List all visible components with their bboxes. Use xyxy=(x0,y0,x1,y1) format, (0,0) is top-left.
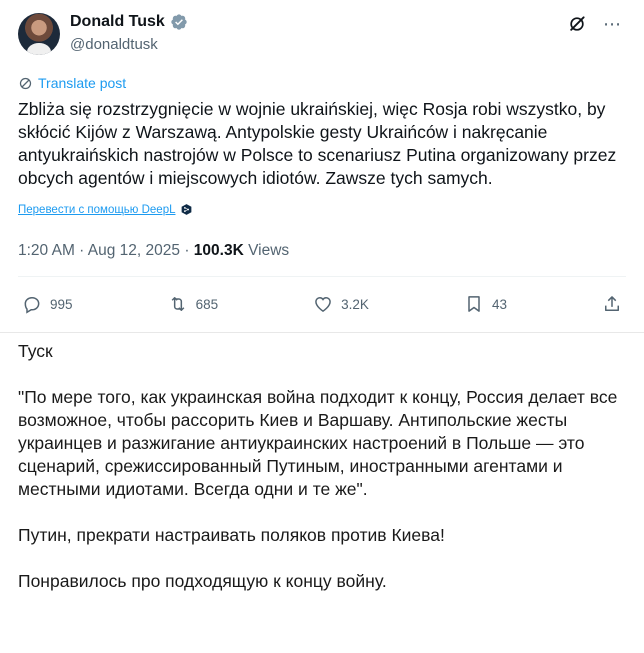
divider xyxy=(18,276,626,277)
post-body: Туск "По мере того, как украинская война… xyxy=(18,340,618,593)
more-icon[interactable]: ⋯ xyxy=(603,14,622,34)
tweet-timestamp[interactable]: 1:20 AM · Aug 12, 2025 · xyxy=(18,242,194,259)
reply-icon xyxy=(24,297,40,314)
tweet-body-text: Zbliża się rozstrzygnięcie w wojnie ukra… xyxy=(18,99,617,188)
post-author-line: Туск xyxy=(18,341,53,361)
views-label: Views xyxy=(243,242,290,259)
deepl-translate-link[interactable]: Перевести с помощью DeepL xyxy=(18,203,193,216)
deepl-translate-label: Перевести с помощью DeepL xyxy=(18,203,176,216)
bookmark-icon xyxy=(468,296,480,312)
embedded-tweet-card: Donald Tusk @donaldtusk ⋯ Translate post… xyxy=(0,0,644,333)
repost-icon xyxy=(171,297,184,311)
views-count: 100.3K xyxy=(193,242,244,259)
translate-icon xyxy=(19,77,32,89)
like-count: 3.2K xyxy=(341,296,369,312)
translate-post-label: Translate post xyxy=(38,75,127,91)
grok-icon[interactable] xyxy=(567,14,587,34)
author-name-row: Donald Tusk xyxy=(70,13,188,31)
post-comment-line: Понравилось про подходящую к концу войну… xyxy=(18,571,387,591)
author-handle[interactable]: @donaldtusk xyxy=(70,36,158,53)
post-quote-translation: "По мере того, как украинская война подх… xyxy=(18,387,618,499)
avatar[interactable] xyxy=(18,13,60,55)
tweet-timestamp-row: 1:20 AM · Aug 12, 2025 · 100.3K Views xyxy=(18,242,289,260)
share-button[interactable] xyxy=(602,294,622,314)
bookmark-count: 43 xyxy=(491,296,507,312)
tweet-top-actions: ⋯ xyxy=(567,14,622,34)
reply-count: 995 xyxy=(50,296,73,312)
translate-post-link[interactable]: Translate post xyxy=(18,75,126,91)
tweet-action-bar: 995 685 3.2K 43 xyxy=(22,294,622,314)
author-display-name[interactable]: Donald Tusk xyxy=(70,13,165,31)
reply-button[interactable]: 995 xyxy=(22,294,73,314)
post-appeal-line: Путин, прекрати настраивать поляков прот… xyxy=(18,525,445,545)
like-button[interactable]: 3.2K xyxy=(313,294,369,314)
share-icon xyxy=(605,296,619,311)
repost-button[interactable]: 685 xyxy=(168,294,219,314)
verified-icon xyxy=(171,14,187,30)
deepl-icon xyxy=(181,204,191,215)
like-icon xyxy=(315,296,331,312)
repost-count: 685 xyxy=(195,296,219,312)
bookmark-button[interactable]: 43 xyxy=(464,294,507,314)
